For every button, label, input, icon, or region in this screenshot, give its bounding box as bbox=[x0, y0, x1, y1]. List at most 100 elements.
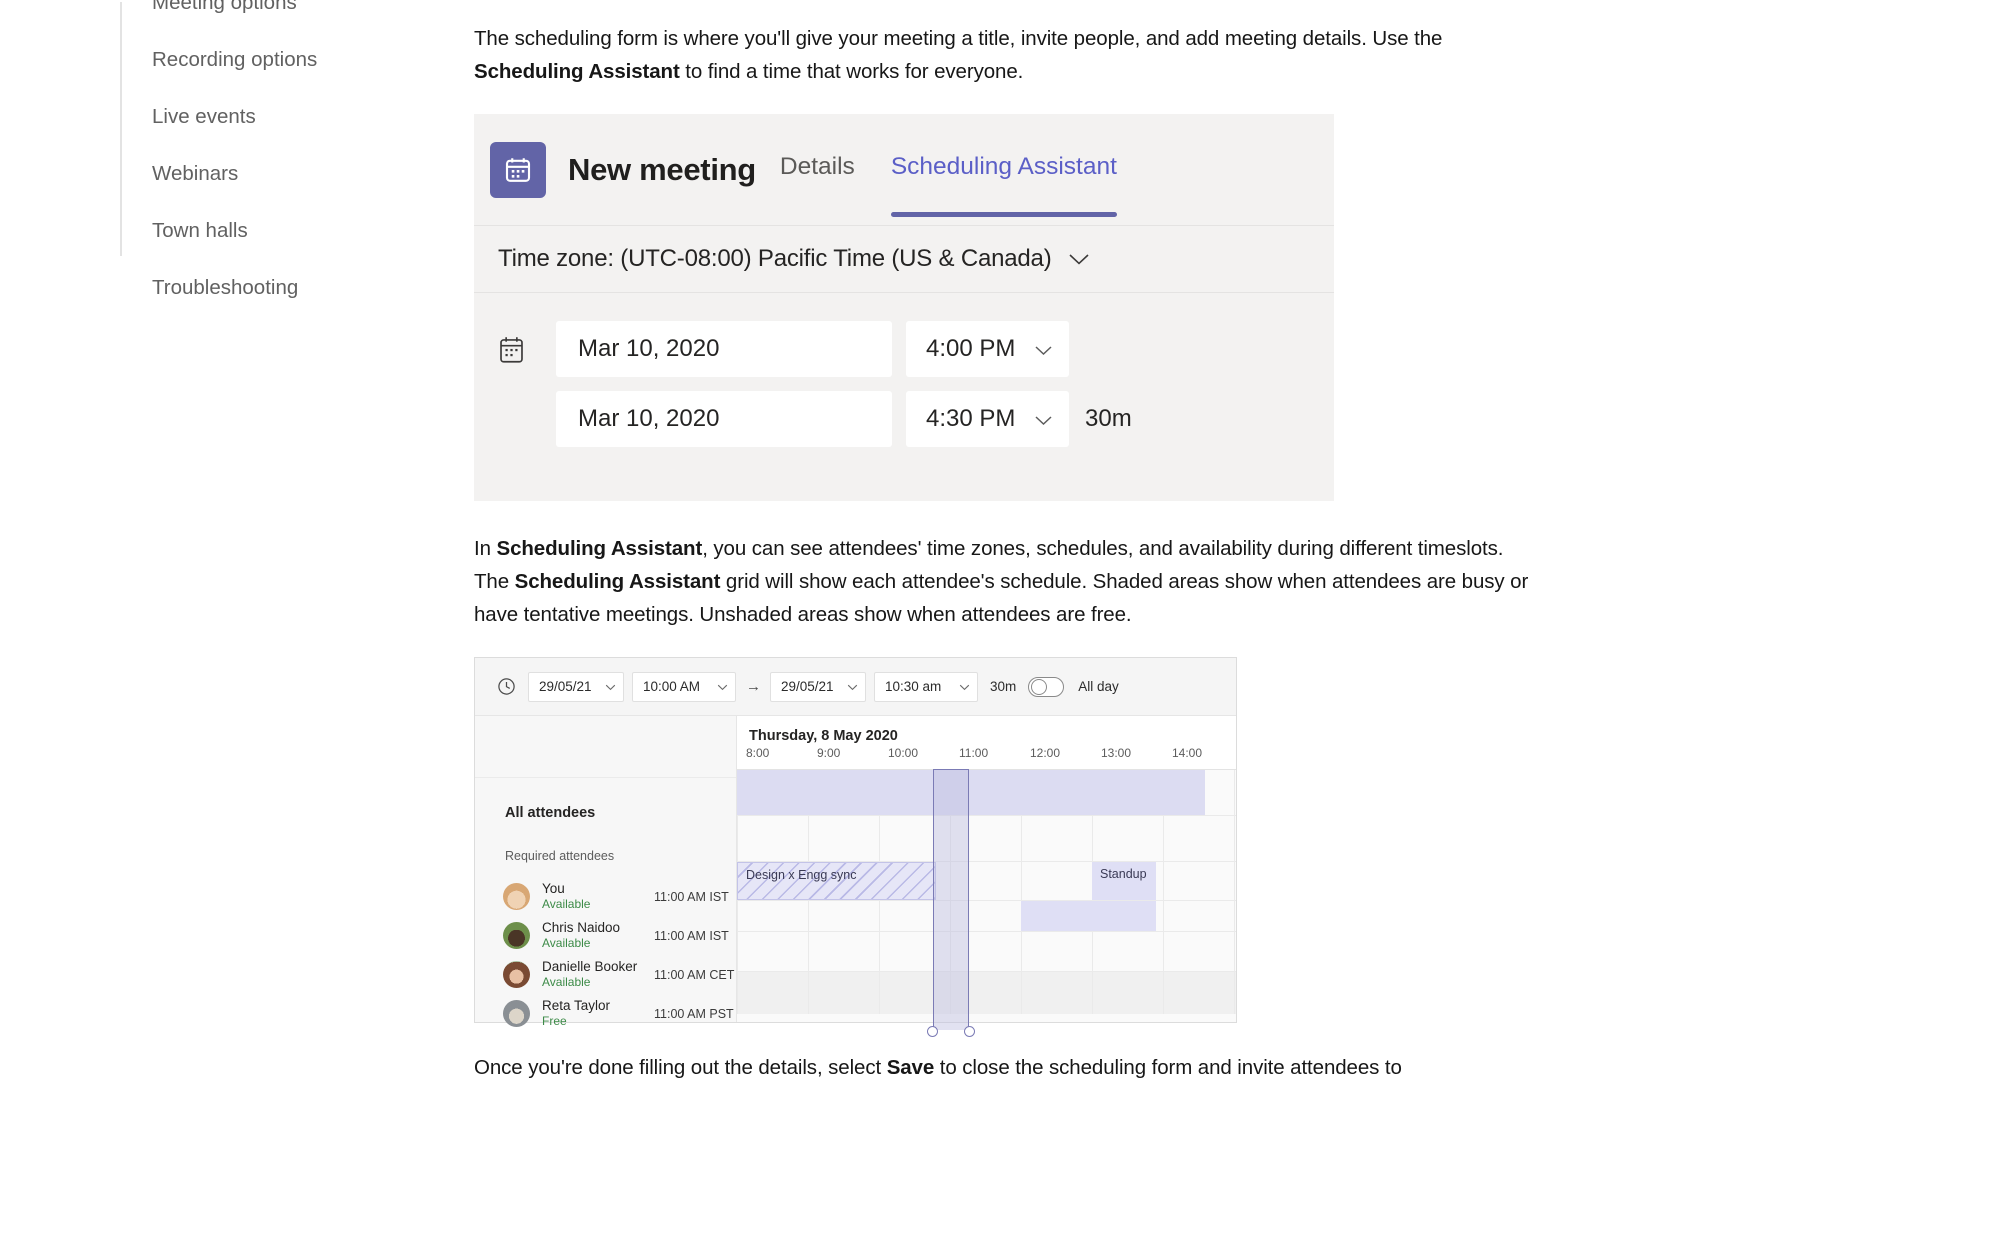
avatar bbox=[503, 922, 530, 949]
calendar-grid[interactable]: Design x Engg sync Standup bbox=[737, 769, 1236, 1037]
attendee-row-you[interactable]: You Available 11:00 AM IST bbox=[475, 877, 736, 916]
all-day-toggle[interactable] bbox=[1028, 676, 1065, 697]
hour-tick: 9:00 bbox=[817, 746, 841, 760]
sa-end-date-dropdown[interactable]: 29/05/21 bbox=[770, 671, 866, 702]
para1-text-b: to find a time that works for everyone. bbox=[679, 60, 1024, 83]
timezone-label: Time zone: (UTC-08:00) Pacific Time (US … bbox=[498, 245, 1052, 272]
sa-end-time-value: 10:30 am bbox=[885, 679, 942, 694]
attendee-name: You bbox=[542, 881, 565, 896]
timezone-selector[interactable]: Time zone: (UTC-08:00) Pacific Time (US … bbox=[474, 226, 1334, 293]
scheduling-assistant-toolbar: 29/05/21 10:00 AM → 29/05/21 10:30 am 30… bbox=[475, 658, 1236, 716]
calendar-event-label: Design x Engg sync bbox=[746, 868, 857, 882]
hour-tick: 13:00 bbox=[1101, 746, 1132, 760]
clock-icon bbox=[497, 677, 516, 696]
documentation-page: Meeting options Recording options Live e… bbox=[0, 0, 2000, 1250]
sa-end-date-value: 29/05/21 bbox=[781, 679, 834, 694]
sa-start-date-value: 29/05/21 bbox=[539, 679, 592, 694]
sidebar-item-recording-options[interactable]: Recording options bbox=[120, 31, 440, 88]
paragraph-save-instructions: Once you're done filling out the details… bbox=[474, 1051, 1534, 1084]
attendee-panel-header-spacer bbox=[475, 716, 736, 778]
new-meeting-title: New meeting bbox=[568, 151, 756, 187]
calendar-small-icon bbox=[498, 335, 556, 364]
calendar-icon bbox=[490, 141, 546, 198]
selection-handle-left[interactable] bbox=[927, 1026, 938, 1037]
sidebar-item-troubleshooting[interactable]: Troubleshooting bbox=[120, 259, 440, 316]
sidebar-nav: Meeting options Recording options Live e… bbox=[120, 0, 440, 316]
para3-text-b: to close the scheduling form and invite … bbox=[934, 1056, 1402, 1079]
new-meeting-datetime-body: Mar 10, 2020 4:00 PM Mar 10, 2020 4:30 P… bbox=[474, 293, 1334, 501]
new-meeting-header: New meeting Details Scheduling Assistant bbox=[474, 114, 1334, 226]
para1-bold: Scheduling Assistant bbox=[474, 60, 680, 83]
selection-handle-right[interactable] bbox=[964, 1026, 975, 1037]
hour-tick: 11:00 bbox=[959, 746, 989, 760]
para3-text-a: Once you're done filling out the details… bbox=[474, 1056, 887, 1079]
sa-start-time-dropdown[interactable]: 10:00 AM bbox=[632, 671, 736, 702]
attendee-name: Reta Taylor bbox=[542, 998, 611, 1013]
start-date-input[interactable]: Mar 10, 2020 bbox=[556, 321, 892, 377]
hour-tick: 12:00 bbox=[1030, 746, 1061, 760]
chevron-down-icon bbox=[1068, 253, 1090, 266]
end-date-value: Mar 10, 2020 bbox=[578, 405, 720, 432]
chevron-down-icon bbox=[847, 679, 858, 694]
calendar-grid-panel: Thursday, 8 May 2020 8:00 9:00 10:00 11:… bbox=[737, 716, 1236, 1037]
end-datetime-row: Mar 10, 2020 4:30 PM 30m bbox=[474, 391, 1334, 447]
new-meeting-card: New meeting Details Scheduling Assistant… bbox=[474, 114, 1334, 501]
attendee-row-chris-naidoo[interactable]: Chris Naidoo Available 11:00 AM IST bbox=[475, 916, 736, 955]
attendee-name: Danielle Booker bbox=[542, 959, 638, 974]
attendee-row-reta-taylor[interactable]: Reta Taylor Free 11:00 AM PST bbox=[475, 994, 736, 1033]
attendee-timezone: 11:00 AM IST bbox=[654, 889, 729, 904]
hour-tick: 8:00 bbox=[746, 746, 770, 760]
calendar-day-label: Thursday, 8 May 2020 bbox=[737, 716, 1236, 744]
start-time-dropdown[interactable]: 4:00 PM bbox=[906, 321, 1069, 377]
start-time-value: 4:00 PM bbox=[926, 335, 1016, 362]
tab-details[interactable]: Details bbox=[780, 153, 855, 187]
sidebar-item-meeting-options[interactable]: Meeting options bbox=[120, 0, 440, 31]
chevron-down-icon bbox=[605, 679, 616, 694]
calendar-hour-axis: 8:00 9:00 10:00 11:00 12:00 13:00 14:00 bbox=[737, 744, 1236, 770]
sa-end-time-dropdown[interactable]: 10:30 am bbox=[874, 671, 978, 702]
required-attendees-label: Required attendees bbox=[505, 849, 615, 863]
chevron-down-icon bbox=[1034, 405, 1053, 433]
attendee-info: You Available bbox=[542, 881, 654, 912]
sa-start-time-value: 10:00 AM bbox=[643, 679, 701, 694]
sidebar-item-live-events[interactable]: Live events bbox=[120, 88, 440, 145]
chevron-down-icon bbox=[1034, 335, 1053, 363]
paragraph-scheduling-form: The scheduling form is where you'll give… bbox=[474, 0, 1534, 88]
chevron-down-icon bbox=[959, 679, 970, 694]
start-date-value: Mar 10, 2020 bbox=[578, 335, 720, 362]
sa-start-date-dropdown[interactable]: 29/05/21 bbox=[528, 671, 624, 702]
tab-scheduling-assistant[interactable]: Scheduling Assistant bbox=[890, 153, 1118, 217]
end-time-value: 4:30 PM bbox=[926, 405, 1016, 432]
grid-hline bbox=[737, 900, 1236, 901]
grid-hline bbox=[737, 931, 1236, 932]
scheduling-assistant-widget: 29/05/21 10:00 AM → 29/05/21 10:30 am 30… bbox=[474, 657, 1237, 1037]
para2-bold-1: Scheduling Assistant bbox=[496, 537, 703, 560]
start-datetime-row: Mar 10, 2020 4:00 PM bbox=[474, 321, 1334, 377]
attendee-row-danielle-booker[interactable]: Danielle Booker Available 11:00 AM CET bbox=[475, 955, 736, 994]
attendee-timezone: 11:00 AM PST bbox=[654, 1006, 734, 1021]
hour-tick: 14:00 bbox=[1172, 746, 1203, 760]
grid-hline bbox=[737, 815, 1236, 816]
avatar bbox=[503, 1000, 530, 1027]
attendee-timezone: 11:00 AM CET bbox=[654, 967, 735, 982]
calendar-event-design-x-engg-sync[interactable]: Design x Engg sync bbox=[737, 862, 936, 900]
para2-text-a: In bbox=[474, 537, 497, 560]
all-attendees-busy-band bbox=[737, 770, 1205, 815]
time-selection-range[interactable] bbox=[927, 769, 975, 1037]
calendar-event-chris-busy[interactable] bbox=[1021, 901, 1156, 931]
attendee-status: Free bbox=[542, 1014, 567, 1028]
attendee-status: Available bbox=[542, 975, 591, 989]
sa-duration-label: 30m bbox=[990, 679, 1017, 694]
calendar-event-standup[interactable]: Standup bbox=[1092, 862, 1156, 900]
end-time-dropdown[interactable]: 4:30 PM bbox=[906, 391, 1069, 447]
sidebar-item-town-halls[interactable]: Town halls bbox=[120, 202, 440, 259]
chevron-down-icon bbox=[717, 679, 728, 694]
sidebar-item-webinars[interactable]: Webinars bbox=[120, 145, 440, 202]
arrow-right-icon: → bbox=[746, 678, 761, 695]
avatar bbox=[503, 961, 530, 988]
hour-tick: 10:00 bbox=[888, 746, 919, 760]
attendee-timezone: 11:00 AM IST bbox=[654, 928, 729, 943]
all-attendees-label: All attendees bbox=[505, 805, 596, 821]
grid-hline bbox=[737, 971, 1236, 972]
end-date-input[interactable]: Mar 10, 2020 bbox=[556, 391, 892, 447]
